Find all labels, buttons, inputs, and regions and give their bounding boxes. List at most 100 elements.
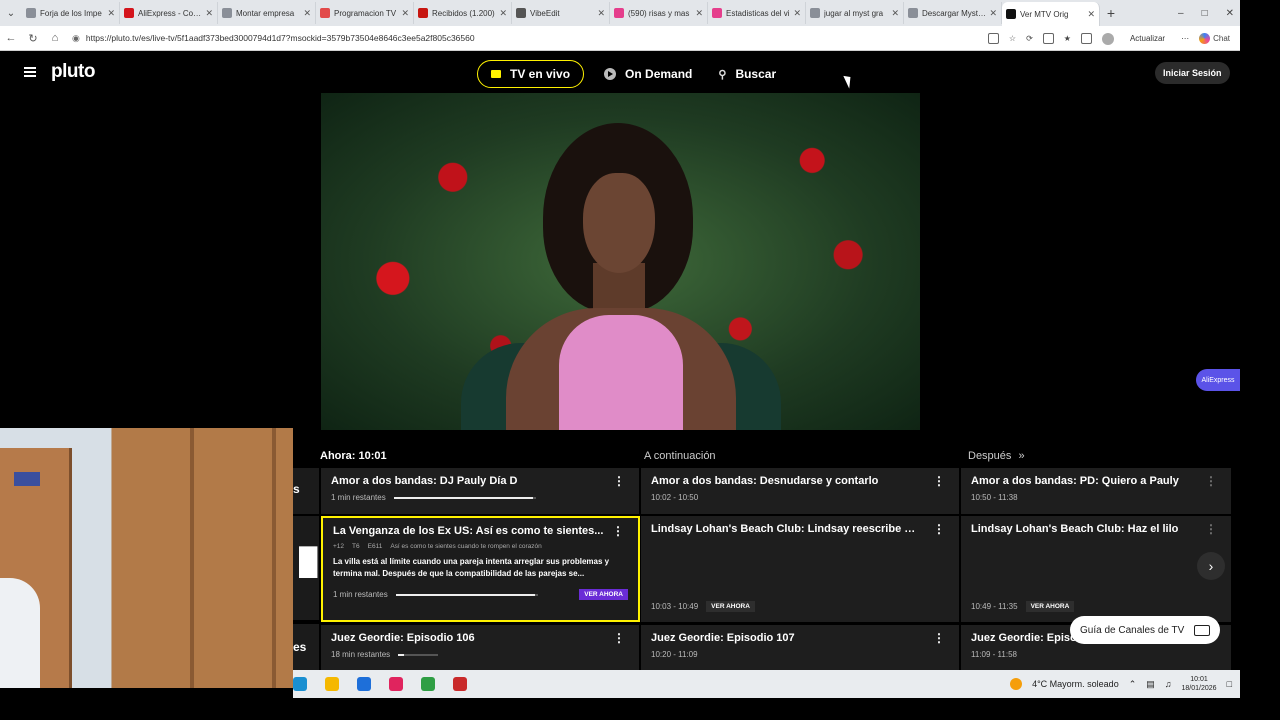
more-options-icon[interactable]: ⋮	[613, 631, 625, 645]
more-options-icon[interactable]: ⋮	[612, 524, 624, 538]
window-controls: – □ ✕	[1178, 0, 1234, 26]
tv-guide-button[interactable]: Guía de Canales de TV	[1070, 616, 1221, 644]
network-icon[interactable]: ▤	[1146, 679, 1155, 690]
tab-close-icon[interactable]: ✕	[401, 8, 409, 19]
browser-tab[interactable]: VibeEdit ✕	[512, 2, 610, 24]
more-options-icon[interactable]: ⋮	[933, 474, 945, 488]
aliexpress-extension-badge[interactable]: AliExpress	[1196, 369, 1240, 391]
notifications-icon[interactable]: □	[1227, 679, 1232, 689]
guide-cell-after-1[interactable]: Amor a dos bandas: PD: Quiero a Pauly 10…	[961, 468, 1231, 514]
browser-tab[interactable]: Recibidos (1.200) ✕	[414, 2, 512, 24]
reload-icon[interactable]: ↻	[22, 32, 44, 45]
taskbar-app-icon[interactable]	[357, 677, 371, 691]
new-tab-icon[interactable]: +	[1100, 5, 1122, 21]
favorite-star-icon[interactable]: ☆	[1009, 34, 1016, 43]
close-window-icon[interactable]: ✕	[1226, 8, 1234, 19]
taskbar-app-icon[interactable]	[421, 677, 435, 691]
browser-tab[interactable]: Ver MTV Orig ✕	[1002, 2, 1100, 26]
back-icon[interactable]: ←	[0, 32, 22, 44]
weather-icon[interactable]	[1010, 678, 1023, 690]
browser-tab[interactable]: (590) risas y mas ✕	[610, 2, 708, 24]
tab-close-icon[interactable]: ✕	[989, 8, 997, 19]
guide-after-header[interactable]: Después »	[968, 450, 1025, 462]
tab-close-icon[interactable]: ✕	[205, 8, 213, 19]
tab-favicon-icon	[516, 8, 526, 18]
collections-icon[interactable]	[1042, 33, 1054, 44]
browser-tab[interactable]: Forja de los Impe ✕	[22, 2, 120, 24]
volume-icon[interactable]: ♫	[1165, 679, 1172, 689]
tab-close-icon[interactable]: ✕	[1087, 9, 1095, 20]
watch-now-button[interactable]: VER AHORA	[706, 601, 755, 612]
home-icon[interactable]: ⌂	[44, 32, 66, 44]
more-options-icon[interactable]: ⋮	[933, 631, 945, 645]
channel-logo-3[interactable]: es	[293, 624, 319, 670]
episode: E611	[367, 543, 383, 550]
more-options-icon[interactable]: ⋮	[613, 474, 625, 488]
login-button[interactable]: Iniciar Sesión	[1155, 62, 1230, 84]
extensions-icon[interactable]: ⟳	[1026, 34, 1033, 43]
profile-avatar[interactable]	[1101, 32, 1114, 45]
browser-tab[interactable]: AliExpress - Comp ✕	[120, 2, 218, 24]
progress-bar	[395, 593, 538, 596]
taskbar-app-icon[interactable]	[389, 677, 403, 691]
copilot-chat-button[interactable]: Chat	[1199, 33, 1230, 44]
guide-cell-next-1[interactable]: Amor a dos bandas: Desnudarse y contarlo…	[641, 468, 959, 514]
on-demand-label: On Demand	[625, 67, 693, 81]
more-options-icon[interactable]: ⋮	[1205, 474, 1217, 488]
program-title: Amor a dos bandas: DJ Pauly Día D	[331, 475, 518, 487]
chevron-up-icon[interactable]: ⌃	[1129, 679, 1137, 690]
guide-cell-next-2[interactable]: Lindsay Lohan's Beach Club: Lindsay rees…	[641, 516, 959, 622]
weather-text[interactable]: 4°C Mayorm. soleado	[1032, 679, 1119, 689]
menu-icon[interactable]	[24, 67, 36, 77]
tab-actions-icon[interactable]: ⌄	[0, 0, 22, 26]
tab-close-icon[interactable]: ✕	[597, 8, 605, 19]
taskbar-app-icon[interactable]	[293, 677, 307, 691]
browser-tab[interactable]: Montar empresa ✕	[218, 2, 316, 24]
guide-cell-after-2[interactable]: Lindsay Lohan's Beach Club: Haz el lilo …	[961, 516, 1231, 622]
browser-tab[interactable]: Descargar Myst Tr ✕	[904, 2, 1002, 24]
taskbar-app-icon[interactable]	[453, 677, 467, 691]
right-margin	[1240, 0, 1280, 720]
tab-close-icon[interactable]: ✕	[793, 8, 801, 19]
episode-title: Así es como te sientes cuando te rompen …	[390, 543, 542, 550]
more-options-icon[interactable]: ⋮	[933, 522, 945, 536]
browser-tab[interactable]: Programacion TV ✕	[316, 2, 414, 24]
tab-close-icon[interactable]: ✕	[499, 8, 507, 19]
tv-live-tab[interactable]: TV en vivo	[477, 60, 585, 88]
split-screen-icon[interactable]	[987, 33, 999, 44]
tab-close-icon[interactable]: ✕	[107, 8, 115, 19]
webcam-wardrobe	[112, 428, 293, 688]
copy-icon[interactable]	[1080, 33, 1092, 44]
minimize-icon[interactable]: –	[1178, 8, 1184, 19]
more-options-icon[interactable]: ⋮	[1205, 522, 1217, 536]
video-player[interactable]	[321, 93, 920, 430]
url-field[interactable]: ◉ https://pluto.tv/es/live-tv/5f1aadf373…	[72, 29, 972, 48]
pluto-logo[interactable]: pluto	[51, 61, 95, 83]
taskbar-app-icon[interactable]	[325, 677, 339, 691]
guide-cell-now-3[interactable]: Juez Geordie: Episodio 106 18 min restan…	[321, 625, 639, 670]
favorites-icon[interactable]: ★	[1064, 34, 1071, 43]
tab-title: Recibidos (1.200)	[432, 8, 495, 18]
on-demand-tab[interactable]: On Demand	[604, 67, 692, 81]
guide-next-arrow-button[interactable]: ›	[1197, 552, 1225, 580]
tab-close-icon[interactable]: ✕	[695, 8, 703, 19]
maximize-icon[interactable]: □	[1202, 8, 1208, 19]
update-button[interactable]: Actualizar	[1124, 32, 1171, 45]
clock-time: 10:01	[1190, 676, 1208, 683]
channel-logo-1[interactable]: s	[293, 468, 319, 514]
watch-now-button[interactable]: VER AHORA	[579, 589, 628, 600]
tab-close-icon[interactable]: ✕	[303, 8, 311, 19]
guide-cell-now-1[interactable]: Amor a dos bandas: DJ Pauly Día D 1 min …	[321, 468, 639, 514]
more-icon[interactable]: ⋯	[1181, 34, 1189, 43]
guide-cell-next-3[interactable]: Juez Geordie: Episodio 107 10:20 - 11:09…	[641, 625, 959, 670]
screen: ⌄ Forja de los Impe ✕ AliExpress - Comp ✕ Mo…	[0, 0, 1280, 720]
guide-cell-now-2-selected[interactable]: La Venganza de los Ex US: Así es como te…	[321, 516, 640, 622]
tv-live-label: TV en vivo	[510, 67, 571, 81]
channel-logo-2[interactable]: █	[293, 516, 319, 620]
tab-close-icon[interactable]: ✕	[891, 8, 899, 19]
clock[interactable]: 10:01 18/01/2026	[1182, 675, 1217, 693]
search-tab[interactable]: ⚲ Buscar	[718, 67, 776, 81]
browser-tab[interactable]: Estadisticas del vi ✕	[708, 2, 806, 24]
browser-tab[interactable]: jugar al myst gra ✕	[806, 2, 904, 24]
watch-now-button[interactable]: VER AHORA	[1025, 601, 1075, 612]
